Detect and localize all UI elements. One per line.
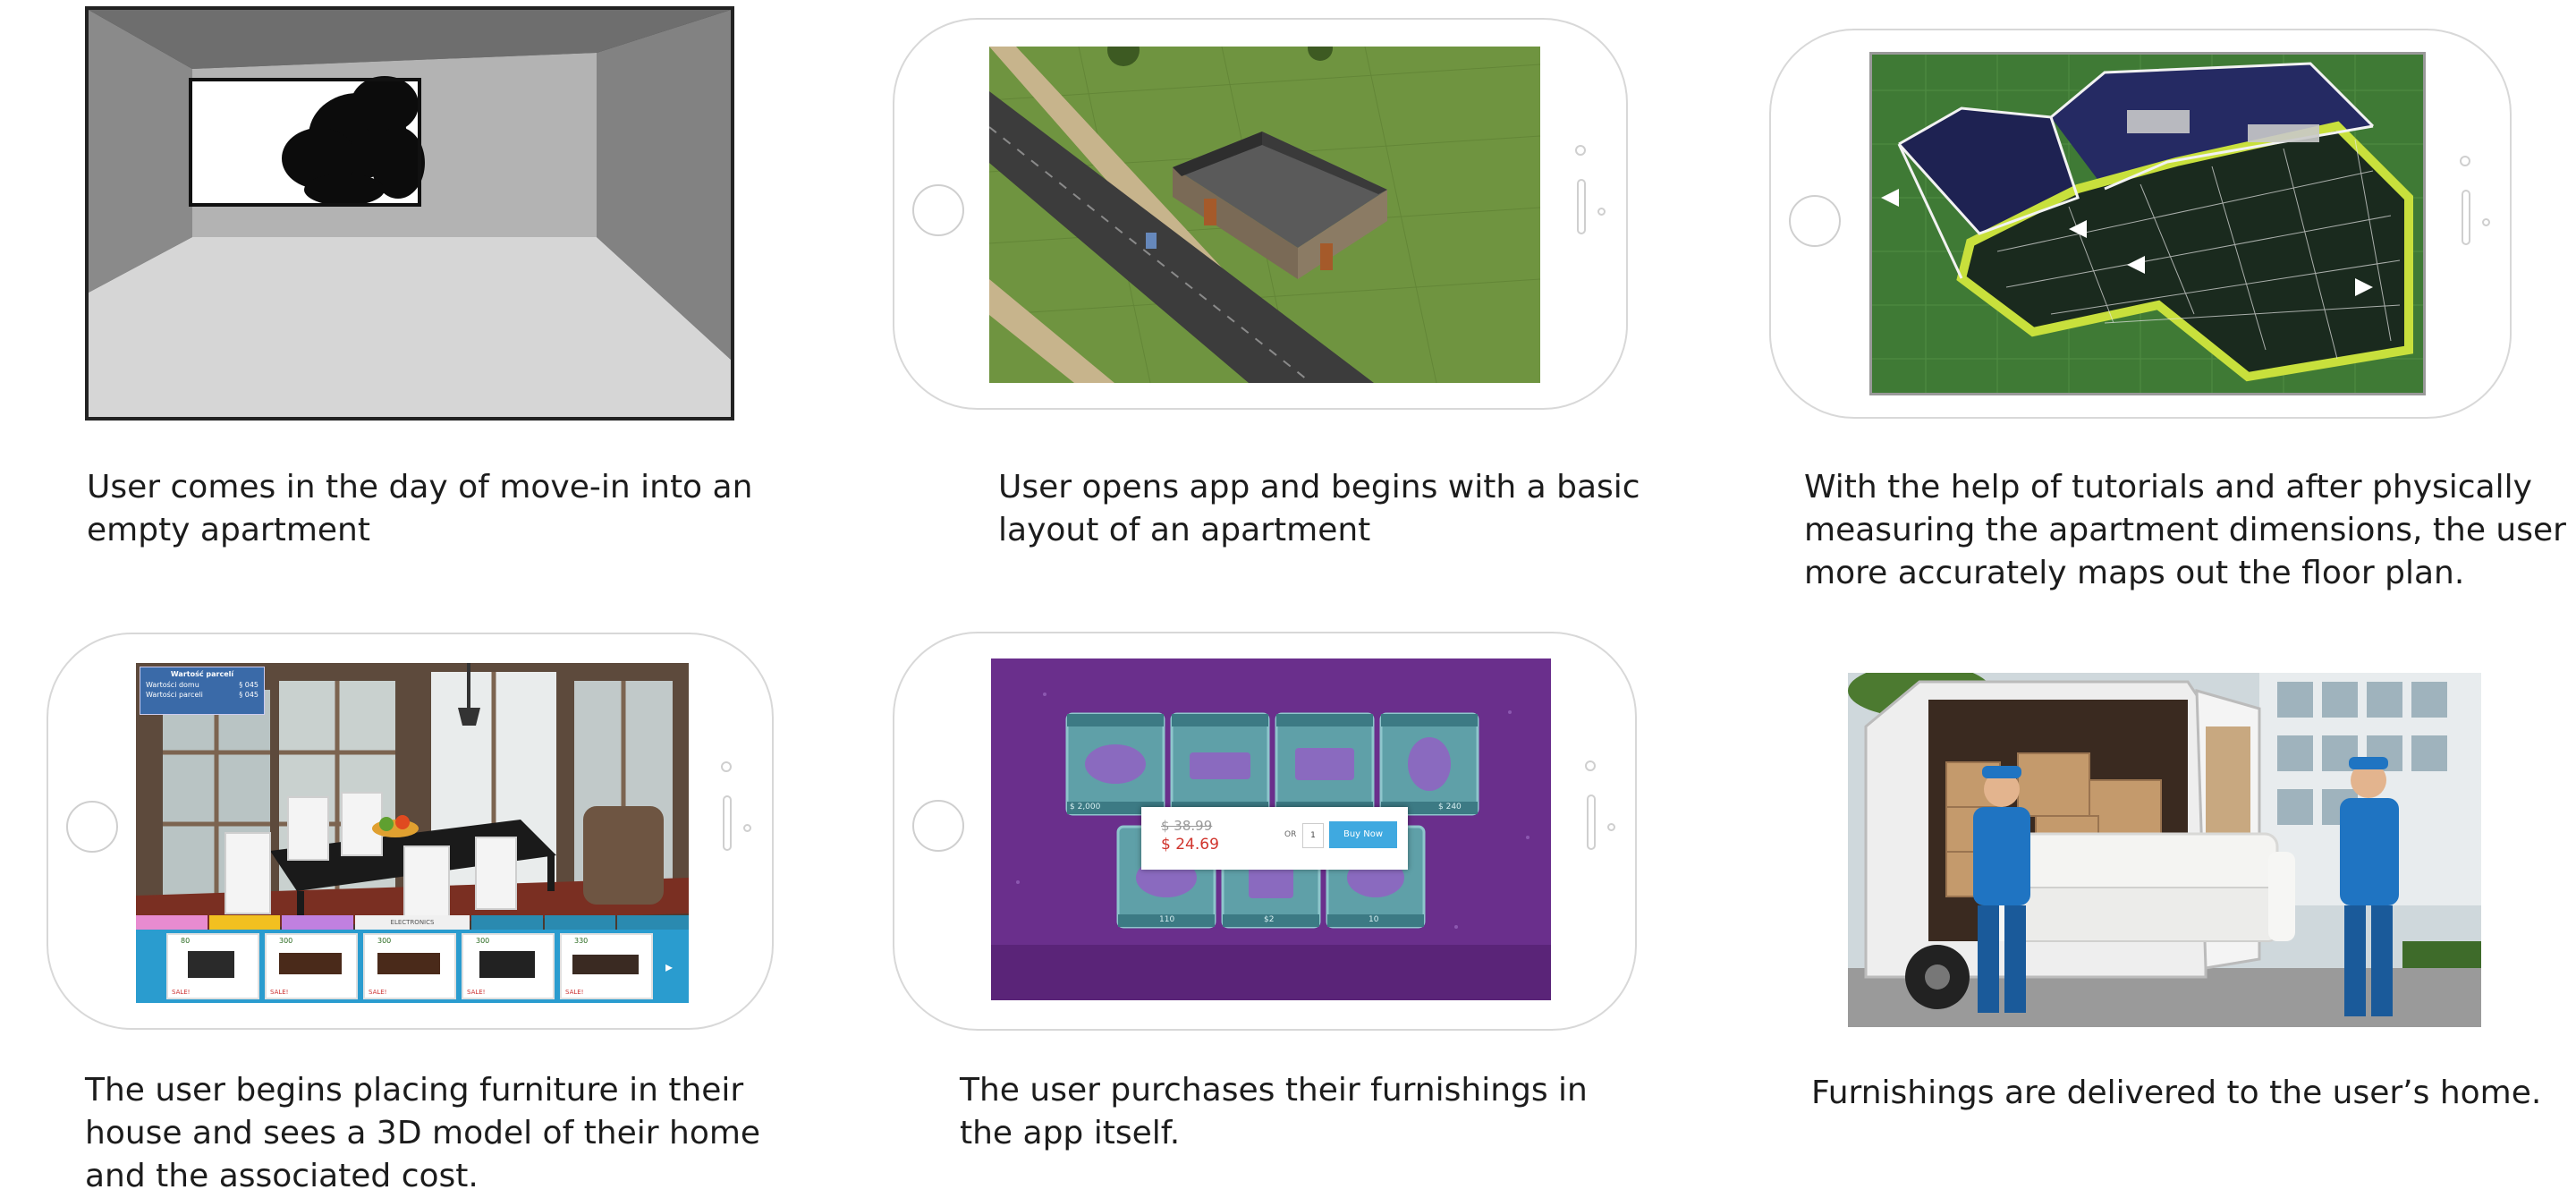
item-price: 300	[279, 937, 293, 945]
tab-category[interactable]	[208, 915, 281, 930]
phone-frame-3	[1769, 29, 2512, 419]
tile-price: $2	[1264, 915, 1275, 924]
empty-room-illustration	[85, 6, 734, 421]
caption-step-4: The user begins placing furniture in the…	[85, 1072, 761, 1194]
phone-screen-4: Wartość parcelí Wartości domu § 045 Wart…	[136, 663, 689, 1003]
lot-value-title: Wartość parcelí	[170, 670, 234, 678]
chevron-right-icon[interactable]: ▸	[665, 958, 673, 975]
lot-value-panel: Wartość parcelí Wartości domu § 045 Wart…	[140, 667, 265, 715]
item-thumbnail	[377, 953, 440, 974]
home-value: § 045	[239, 681, 258, 689]
buy-now-button[interactable]: Buy Now	[1329, 821, 1397, 848]
quantity-field[interactable]: 1	[1302, 823, 1324, 848]
white-sofa	[1991, 832, 2295, 942]
tile-price: 10	[1368, 915, 1379, 924]
phone-home-button	[912, 800, 964, 852]
item-sale-tag: SALE!	[172, 989, 191, 996]
phone-home-button	[66, 801, 118, 853]
phone-speaker	[2462, 190, 2470, 245]
item-tray: 80 SALE! 300 SALE! 300 SALE! 300 SALE! 3…	[136, 930, 689, 1003]
phone-camera	[1585, 760, 1596, 771]
category-tabs: ELECTRONICS	[136, 915, 689, 930]
phone-home-button	[1789, 195, 1841, 247]
tile-price: $ 240	[1438, 803, 1462, 811]
floor-plan-scene	[1872, 55, 2423, 393]
item-thumbnail	[572, 955, 639, 974]
furniture-item-card[interactable]: 300 SALE!	[363, 933, 456, 999]
tab-category[interactable]	[470, 915, 543, 930]
tab-category[interactable]	[544, 915, 616, 930]
panel-delivery-photo	[1848, 673, 2481, 1027]
item-sale-tag: SALE!	[369, 989, 387, 996]
tab-electronics[interactable]: ELECTRONICS	[355, 915, 470, 930]
basic-layout-scene	[989, 47, 1540, 383]
phone-screen-2	[989, 47, 1540, 383]
home-value-label: Wartości domu	[146, 681, 199, 689]
phone-sensor	[1597, 208, 1606, 216]
furniture-item-card[interactable]: 80 SALE!	[166, 933, 259, 999]
caption-step-2: User opens app and begins with a basic l…	[998, 469, 1640, 548]
caption-step-1: User comes in the day of move-in into an…	[87, 469, 753, 548]
item-thumbnail	[479, 951, 535, 978]
lot-value-label: Wartości parceli	[146, 691, 203, 699]
phone-screen-3	[1869, 52, 2426, 395]
phone-sensor	[743, 824, 751, 832]
furniture-item-card[interactable]: 300 SALE!	[462, 933, 555, 999]
phone-speaker	[723, 795, 732, 851]
phone-speaker	[1587, 794, 1596, 850]
tile-price: 110	[1159, 915, 1175, 924]
item-sale-tag: SALE!	[270, 989, 289, 996]
caption-step-5: The user purchases their furnishings in …	[960, 1072, 1588, 1151]
furniture-item-card[interactable]: 300 SALE!	[265, 933, 358, 999]
caption-step-3: With the help of tutorials and after phy…	[1804, 469, 2566, 591]
or-label: OR	[1284, 830, 1297, 839]
old-price: $ 38.99	[1161, 818, 1213, 834]
lot-value: § 045	[239, 691, 258, 699]
phone-speaker	[1577, 179, 1586, 234]
item-price: 330	[574, 937, 589, 945]
phone-sensor	[2482, 218, 2490, 226]
sale-price: $ 24.69	[1161, 836, 1219, 854]
phone-camera	[2460, 156, 2470, 166]
item-sale-tag: SALE!	[467, 989, 486, 996]
tile-price: $ 2,000	[1070, 803, 1101, 811]
item-thumbnail	[279, 953, 342, 974]
phone-frame-5: $ 2,000 $ 240 110 $2 10 $ 38.99 $ 24.69 …	[893, 632, 1637, 1031]
item-price: 300	[377, 937, 392, 945]
item-price: 300	[476, 937, 490, 945]
phone-frame-4: Wartość parcelí Wartości domu § 045 Wart…	[47, 633, 774, 1030]
item-thumbnail	[188, 951, 234, 978]
tab-category[interactable]	[282, 915, 354, 930]
phone-sensor	[1607, 823, 1615, 831]
delivery-illustration	[1848, 673, 2481, 1027]
item-price: 80	[181, 937, 191, 945]
phone-screen-5: $ 2,000 $ 240 110 $2 10 $ 38.99 $ 24.69 …	[991, 658, 1551, 1000]
phone-home-button	[912, 184, 964, 236]
phone-frame-2	[893, 18, 1628, 410]
phone-camera	[721, 761, 732, 772]
item-sale-tag: SALE!	[565, 989, 584, 996]
caption-step-6: Furnishings are delivered to the user’s …	[1811, 1075, 2542, 1111]
phone-camera	[1575, 145, 1586, 156]
tab-category[interactable]	[136, 915, 208, 930]
panel-empty-room	[85, 6, 734, 421]
furniture-item-card[interactable]: 330 SALE!	[560, 933, 653, 999]
tab-category[interactable]	[617, 915, 689, 930]
purchase-popup: $ 38.99 $ 24.69 OR 1 Buy Now	[1141, 807, 1408, 870]
